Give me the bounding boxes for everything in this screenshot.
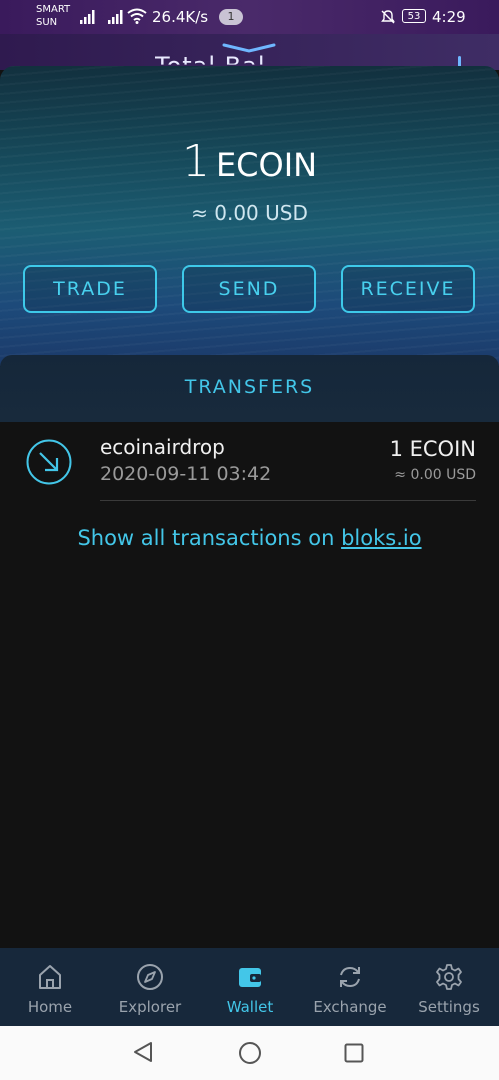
status-bar: SMART SUN 26.4K/s 1 53 4:29 <box>0 0 499 34</box>
notification-badge: 1 <box>219 9 243 25</box>
send-button[interactable]: SEND <box>182 265 316 313</box>
network-speed: 26.4K/s <box>152 8 209 26</box>
compass-icon <box>137 964 163 990</box>
divider <box>100 500 476 501</box>
nav-label-wallet: Wallet <box>226 998 274 1016</box>
nav-label-explorer: Explorer <box>118 998 182 1016</box>
recent-apps-icon[interactable] <box>344 1043 364 1063</box>
clock: 4:29 <box>432 8 466 26</box>
wifi-icon <box>127 8 147 24</box>
mute-bell-icon <box>381 10 395 24</box>
nav-item-home[interactable]: Home <box>0 948 100 1026</box>
nav-item-wallet[interactable]: Wallet <box>200 948 300 1026</box>
battery-indicator: 53 <box>402 9 426 23</box>
nav-label-settings: Settings <box>418 998 480 1016</box>
transaction-date: 2020-09-11 03:42 <box>100 463 272 485</box>
gear-icon <box>436 964 462 990</box>
home-circle-icon[interactable] <box>238 1041 262 1065</box>
home-icon <box>39 965 61 989</box>
transaction-amount: 1 ECOIN <box>389 437 476 461</box>
receive-button[interactable]: RECEIVE <box>341 265 475 313</box>
signal-icon <box>80 10 95 24</box>
balance-symbol: ECOIN <box>215 146 318 184</box>
show-all-transactions: Show all transactions on bloks.io <box>77 526 422 550</box>
transaction-usd: ≈ 0.00 USD <box>394 467 476 483</box>
incoming-arrow-icon <box>26 439 72 485</box>
balance-value: 1 <box>181 136 210 187</box>
back-icon[interactable] <box>132 1041 154 1063</box>
balance-amount: 1 ECOIN <box>0 136 499 187</box>
nav-label-home: Home <box>27 998 73 1016</box>
nav-item-explorer[interactable]: Explorer <box>100 948 200 1026</box>
nav-item-settings[interactable]: Settings <box>399 948 499 1026</box>
transfers-title: TRANSFERS <box>184 376 315 398</box>
wallet-icon <box>239 968 261 987</box>
signal-icon <box>108 10 123 24</box>
carrier-name: SMART SUN <box>36 4 71 28</box>
balance-usd: ≈ 0.00 USD <box>191 201 308 225</box>
bloks-io-link[interactable]: bloks.io <box>341 526 421 550</box>
transaction-name: ecoinairdrop <box>100 435 225 459</box>
trade-button[interactable]: TRADE <box>23 265 157 313</box>
exchange-icon <box>340 966 360 988</box>
nav-label-exchange: Exchange <box>313 998 387 1016</box>
nav-item-exchange[interactable]: Exchange <box>300 948 400 1026</box>
